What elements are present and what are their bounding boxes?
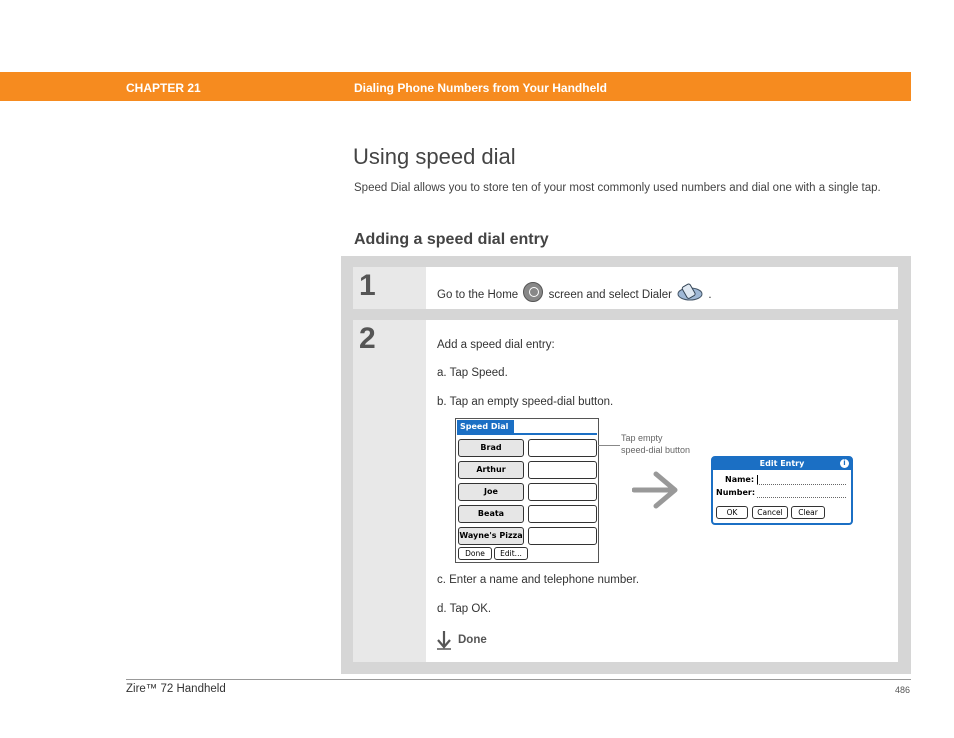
speed-dial-entry-button[interactable]: Wayne's Pizza	[458, 527, 524, 545]
step-2-intro: Add a speed dial entry:	[437, 339, 555, 351]
done-arrow-icon	[437, 631, 451, 650]
step-2-substep-b: b. Tap an empty speed-dial button.	[437, 396, 614, 408]
step-1-text-middle: screen and select Dialer	[548, 289, 672, 302]
callout-text: Tap empty speed-dial button	[621, 432, 690, 456]
speed-dial-number-box[interactable]	[528, 461, 597, 479]
dialer-icon	[677, 283, 703, 301]
page-title: Using speed dial	[353, 144, 516, 169]
speed-dial-done-button[interactable]: Done	[458, 547, 492, 560]
speed-dial-entry-button[interactable]: Arthur	[458, 461, 524, 479]
speed-dial-number-box[interactable]	[528, 527, 597, 545]
footer-product: Zire™ 72 Handheld	[126, 683, 226, 695]
chapter-label: CHAPTER 21	[126, 81, 201, 95]
speed-dial-number-box[interactable]	[528, 483, 597, 501]
cancel-button[interactable]: Cancel	[752, 506, 788, 519]
section-subheading: Adding a speed dial entry	[354, 231, 549, 248]
arrow-right-icon	[632, 471, 678, 509]
step-1-text: Go to the Home screen and select Dialer …	[437, 282, 712, 305]
name-field-cursor	[757, 475, 758, 484]
done-label: Done	[458, 634, 487, 646]
callout-leader-line	[598, 445, 620, 446]
speed-dial-number-box[interactable]	[528, 505, 597, 523]
intro-paragraph: Speed Dial allows you to store ten of yo…	[354, 182, 881, 194]
step-2-substep-c: c. Enter a name and telephone number.	[437, 574, 640, 586]
info-icon[interactable]: i	[840, 459, 849, 468]
step-1-text-before: Go to the Home	[437, 289, 519, 302]
step-2-substep-a: a. Tap Speed.	[437, 367, 508, 379]
step-1-number: 1	[359, 269, 376, 302]
step-2-number-cell	[353, 320, 426, 662]
callout-line-2: speed-dial button	[621, 445, 691, 455]
speed-dial-entry-button[interactable]: Brad	[458, 439, 524, 457]
footer-rule	[126, 679, 911, 680]
name-field[interactable]	[757, 484, 846, 485]
edit-entry-dialog: Edit Entry i Name: Number: OK Cancel Cle…	[711, 456, 853, 525]
speed-dial-number-box[interactable]	[528, 439, 597, 457]
ok-button[interactable]: OK	[716, 506, 748, 519]
name-label: Name:	[725, 475, 755, 484]
clear-button[interactable]: Clear	[791, 506, 825, 519]
step-1-text-after: .	[708, 289, 712, 302]
speed-dial-entry-button[interactable]: Joe	[458, 483, 524, 501]
number-field[interactable]	[757, 497, 846, 498]
speed-dial-title-rule	[457, 433, 597, 435]
step-2-number: 2	[359, 322, 376, 355]
step-2-substep-d: d. Tap OK.	[437, 603, 492, 615]
footer-page-number: 486	[895, 685, 911, 695]
speed-dial-screenshot: Speed Dial Brad Arthur Joe Beata Wayne's…	[455, 418, 599, 563]
speed-dial-entry-button[interactable]: Beata	[458, 505, 524, 523]
edit-entry-title: Edit Entry	[713, 458, 851, 470]
number-label: Number:	[716, 488, 756, 497]
chapter-title: Dialing Phone Numbers from Your Handheld	[354, 81, 607, 95]
speed-dial-edit-button[interactable]: Edit...	[494, 547, 528, 560]
callout-line-1: Tap empty	[621, 433, 663, 443]
home-icon	[523, 282, 544, 302]
speed-dial-title: Speed Dial	[457, 420, 514, 433]
